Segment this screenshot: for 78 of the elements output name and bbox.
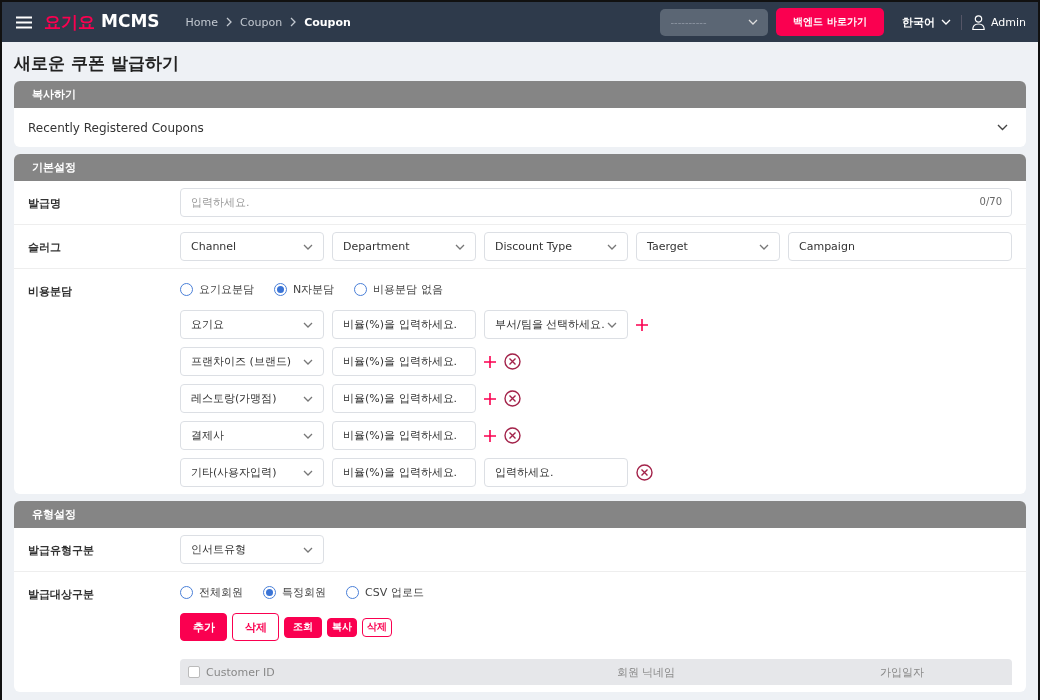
remove-icon[interactable] xyxy=(504,353,521,370)
dropdown[interactable]: 요기요 xyxy=(180,310,324,339)
input-field[interactable]: 비율(%)을 입력하세요. xyxy=(332,458,476,487)
caret-icon xyxy=(607,321,617,328)
radio-option[interactable]: N자분담 xyxy=(274,281,335,297)
section-header: 유형설정 xyxy=(14,501,1026,528)
menu-icon[interactable] xyxy=(16,15,32,29)
caret-icon xyxy=(940,19,951,25)
caret-icon xyxy=(303,321,313,328)
dropdown[interactable]: 인서트유형 xyxy=(180,535,324,564)
input-field[interactable]: Campaign xyxy=(788,232,1012,261)
section-header: 기본설정 xyxy=(14,154,1026,181)
breadcrumb[interactable]: Home xyxy=(185,15,219,29)
caret-icon xyxy=(303,243,313,250)
input-field[interactable]: 입력하세요. xyxy=(484,458,628,487)
dropdown[interactable]: 부서/팀을 선택하세요. xyxy=(484,310,628,339)
caret-icon xyxy=(303,546,313,553)
field-label: 발급명 xyxy=(28,196,62,212)
dropdown[interactable]: 결제사 xyxy=(180,421,324,450)
dropdown[interactable]: Discount Type xyxy=(484,232,628,261)
radio-option[interactable]: 전체회원 xyxy=(180,584,243,600)
character-counter: 0/70 xyxy=(979,196,1002,207)
radio-option[interactable]: 특정회원 xyxy=(263,584,326,600)
caret-icon xyxy=(759,243,769,250)
caret-icon xyxy=(303,469,313,476)
dropdown[interactable]: 레스토랑(가맹점) xyxy=(180,384,324,413)
dropdown[interactable]: 기타(사용자입력) xyxy=(180,458,324,487)
caret-icon xyxy=(997,124,1008,131)
dropdown[interactable]: Channel xyxy=(180,232,324,261)
input-field[interactable]: 비율(%)을 입력하세요. xyxy=(332,347,476,376)
backend-button[interactable]: 백엔드 바로가기 xyxy=(776,8,884,36)
add-icon[interactable] xyxy=(484,392,496,405)
column-header: 회원 닉네임 xyxy=(615,664,677,680)
section-header: 복사하기 xyxy=(14,81,1026,108)
caret-icon xyxy=(303,358,313,365)
remove-icon[interactable] xyxy=(504,427,521,444)
input-field[interactable]: 비율(%)을 입력하세요. xyxy=(332,384,476,413)
radio-option[interactable]: 요기요분담 xyxy=(180,281,254,297)
remove-icon[interactable] xyxy=(636,464,653,481)
action-button[interactable]: 복사 xyxy=(327,617,357,637)
caret-icon xyxy=(303,432,313,439)
checkbox[interactable] xyxy=(188,666,200,678)
field-label: 슬러그 xyxy=(28,240,62,256)
field-label: 발급대상구분 xyxy=(28,587,95,603)
add-icon[interactable] xyxy=(636,318,648,331)
add-icon[interactable] xyxy=(484,355,496,368)
field-label: 발급유형구분 xyxy=(28,543,95,559)
caret-icon xyxy=(303,395,313,402)
column-header: Customer ID xyxy=(206,665,275,679)
remove-icon[interactable] xyxy=(504,390,521,407)
page-title: 새로운 쿠폰 발급하기 xyxy=(14,52,180,75)
dropdown[interactable]: Taerget xyxy=(636,232,780,261)
caret-icon xyxy=(455,243,465,250)
add-icon[interactable] xyxy=(484,429,496,442)
user-icon[interactable] xyxy=(971,14,985,30)
radio-option[interactable]: CSV 업로드 xyxy=(346,584,424,600)
input-field[interactable]: 비율(%)을 입력하세요. xyxy=(332,310,476,339)
input-field[interactable]: 비율(%)을 입력하세요. xyxy=(332,421,476,450)
logo-brand: 요기요 xyxy=(44,10,95,34)
coupon-dropdown[interactable]: Recently Registered Coupons xyxy=(14,108,1026,147)
breadcrumb[interactable]: Coupon xyxy=(240,15,283,29)
breadcrumb[interactable]: Coupon xyxy=(304,15,351,29)
field-label: 비용분담 xyxy=(28,284,73,300)
action-button[interactable]: 조회 xyxy=(284,616,322,638)
dropdown[interactable]: 프랜차이즈 (브랜드) xyxy=(180,347,324,376)
chevron-icon xyxy=(226,17,233,27)
chevron-icon xyxy=(290,17,297,27)
caret-icon xyxy=(607,243,617,250)
action-button[interactable]: 추가 xyxy=(180,613,227,641)
logo-product: MCMS xyxy=(101,10,160,33)
user-name[interactable]: Admin xyxy=(990,15,1026,29)
caret-icon xyxy=(748,19,759,25)
language-select[interactable]: 한국어 xyxy=(901,14,962,30)
action-button[interactable]: 삭제 xyxy=(232,613,279,641)
dropdown[interactable]: Department xyxy=(332,232,476,261)
action-button[interactable]: 삭제 xyxy=(362,617,392,637)
column-header: 가입일자 xyxy=(879,664,925,680)
radio-option[interactable]: 비용분담 없음 xyxy=(354,281,443,297)
